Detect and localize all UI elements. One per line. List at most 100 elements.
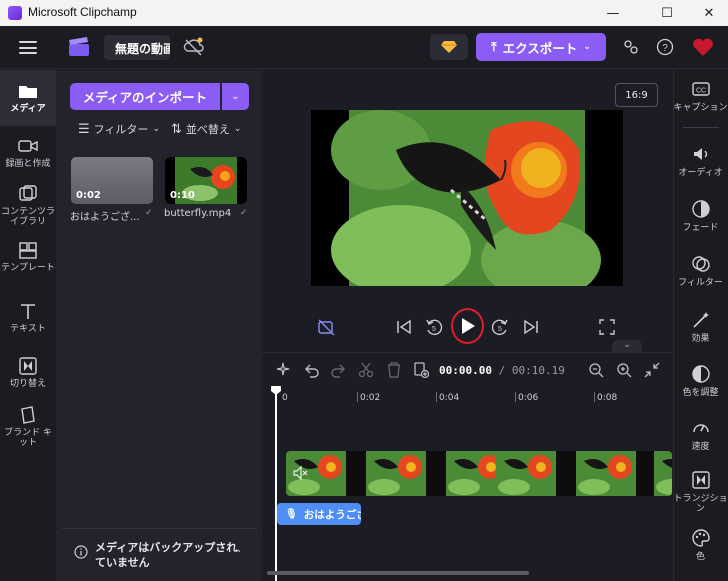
chevron-down-icon: ⌄ [583,42,591,52]
project-title[interactable]: 無題の動画 [104,35,170,60]
current-time: 00:00.00 [439,364,492,377]
clipchamp-logo-icon [8,6,22,20]
audio-clip-label: おはようござ [303,508,361,521]
ruler-tick [515,392,516,402]
rewind-5-icon[interactable]: 5 [424,317,444,337]
help-icon[interactable]: ? [654,36,676,58]
collapse-timeline-button[interactable]: ⌄ [612,340,642,352]
media-thumbnail-audio[interactable]: 0:02 [71,157,153,204]
camera-off-icon[interactable] [318,318,336,336]
nav-label: テキスト [10,324,46,334]
check-icon: ✓ [145,208,153,218]
aspect-ratio-button[interactable]: 16:9 [615,83,658,107]
undo-icon[interactable] [303,362,319,378]
right-item-label: 色を調整 [682,388,719,398]
nav-item-text[interactable]: テキスト [0,302,56,334]
trash-icon[interactable] [386,362,402,378]
sort-button[interactable]: ⇅ 並べ替え ⌄ [171,121,241,137]
nav-item-templates[interactable]: テンプレート [0,241,56,273]
template-icon [19,242,37,259]
right-item-color-adjust[interactable]: 色を調整 [673,364,728,398]
microphone-icon: 🎙 [285,508,298,520]
media-folder-icon [19,86,37,98]
video-track-clip[interactable] [286,451,672,496]
chevron-up-icon: ⌃ [234,549,243,560]
timeline-ruler[interactable]: 0 0:02 0:04 0:06 0:08 [262,388,673,408]
right-item-effects[interactable]: 効果 [673,310,728,344]
nav-label: 切り替え [9,379,46,389]
palette-icon [691,529,710,547]
transition-icon [691,471,710,489]
nav-item-library[interactable]: コンテンツライブラリ [0,185,56,227]
effects-icon [692,312,709,328]
right-item-fade[interactable]: フェード [673,199,728,233]
import-dropdown-button[interactable]: ⌄ [222,83,249,110]
magic-wand-icon[interactable] [275,362,291,378]
right-item-captions[interactable]: CC キャプション [673,79,728,113]
nav-label: コンテンツライブラリ [0,207,55,227]
nav-item-record[interactable]: 録画と作成 [0,137,56,169]
nav-item-media[interactable]: メディア [0,70,56,126]
play-icon[interactable] [459,317,477,335]
color-adjust-icon [691,365,710,383]
right-item-label: 効果 [691,334,710,344]
ruler-label: 0:08 [597,393,618,403]
check-icon: ✓ [240,208,248,218]
fullscreen-icon[interactable] [599,319,615,335]
svg-text:CC: CC [695,88,705,95]
divider [683,127,719,128]
heart-avatar-icon[interactable] [692,36,714,58]
nav-label: 録画と作成 [5,159,51,169]
export-button[interactable]: ⤒ エクスポート ⌄ [476,33,606,61]
close-button[interactable]: ✕ [690,0,728,26]
window-title: Microsoft Clipchamp [28,5,137,19]
backup-notice[interactable]: メディアはバックアップされていません ⌃ [62,528,257,574]
add-media-icon[interactable] [413,362,429,378]
cloud-off-icon[interactable] [183,37,205,61]
right-item-speed[interactable]: 速度 [673,418,728,452]
skip-forward-icon[interactable] [523,319,539,335]
muted-speaker-icon[interactable] [292,465,308,481]
audio-track-clip[interactable]: 🎙 おはようござ [277,503,361,525]
menu-icon[interactable] [19,41,37,54]
filter-button[interactable]: ☰ フィルター ⌄ [78,121,160,137]
right-item-label: キャプション [673,103,728,113]
forward-5-icon[interactable]: 5 [490,317,510,337]
premium-button[interactable] [430,34,468,60]
nav-item-transitions[interactable]: 切り替え [0,357,56,389]
skip-back-icon[interactable] [396,319,412,335]
chevron-down-icon: ⌄ [152,124,160,134]
video-preview[interactable] [311,110,623,286]
filter-label: フィルター [93,123,149,136]
media-thumbnail-butterfly[interactable]: 0:10 [165,157,247,204]
filter-lines-icon: ☰ [78,121,90,137]
playhead[interactable] [275,388,277,581]
maximize-button[interactable]: ☐ [644,0,690,26]
redo-icon[interactable] [331,362,347,378]
fit-timeline-icon[interactable] [644,362,660,378]
ruler-label: 0 [282,393,288,403]
nav-label: テンプレート [1,263,55,273]
zoom-in-icon[interactable] [616,362,632,378]
captions-icon: CC [691,82,710,96]
duration-label: 0:10 [170,190,195,201]
minimize-button[interactable]: — [590,0,636,26]
audio-icon [693,148,707,160]
nav-label: メディア [10,104,46,114]
right-item-filters[interactable]: フィルター [673,254,728,288]
nav-item-brand-kit[interactable]: ブランド キット [0,406,56,448]
timecode: 00:00.00 / 00:10.19 [439,364,565,377]
right-item-transition[interactable]: トランジション [673,470,728,514]
ruler-label: 0:04 [439,393,460,403]
share-icon[interactable] [620,36,642,58]
import-media-button[interactable]: メディアのインポート [70,83,220,110]
right-item-audio[interactable]: オーディオ [673,144,728,178]
zoom-out-icon[interactable] [588,362,604,378]
ruler-label: 0:06 [518,393,539,403]
scissors-icon[interactable] [358,362,374,378]
right-item-color[interactable]: 色 [673,528,728,562]
export-label: エクスポート [502,40,578,56]
media-name: butterfly.mp4 [164,208,232,219]
sort-label: 並べ替え [185,123,230,136]
timeline-scrollbar[interactable] [267,571,529,575]
